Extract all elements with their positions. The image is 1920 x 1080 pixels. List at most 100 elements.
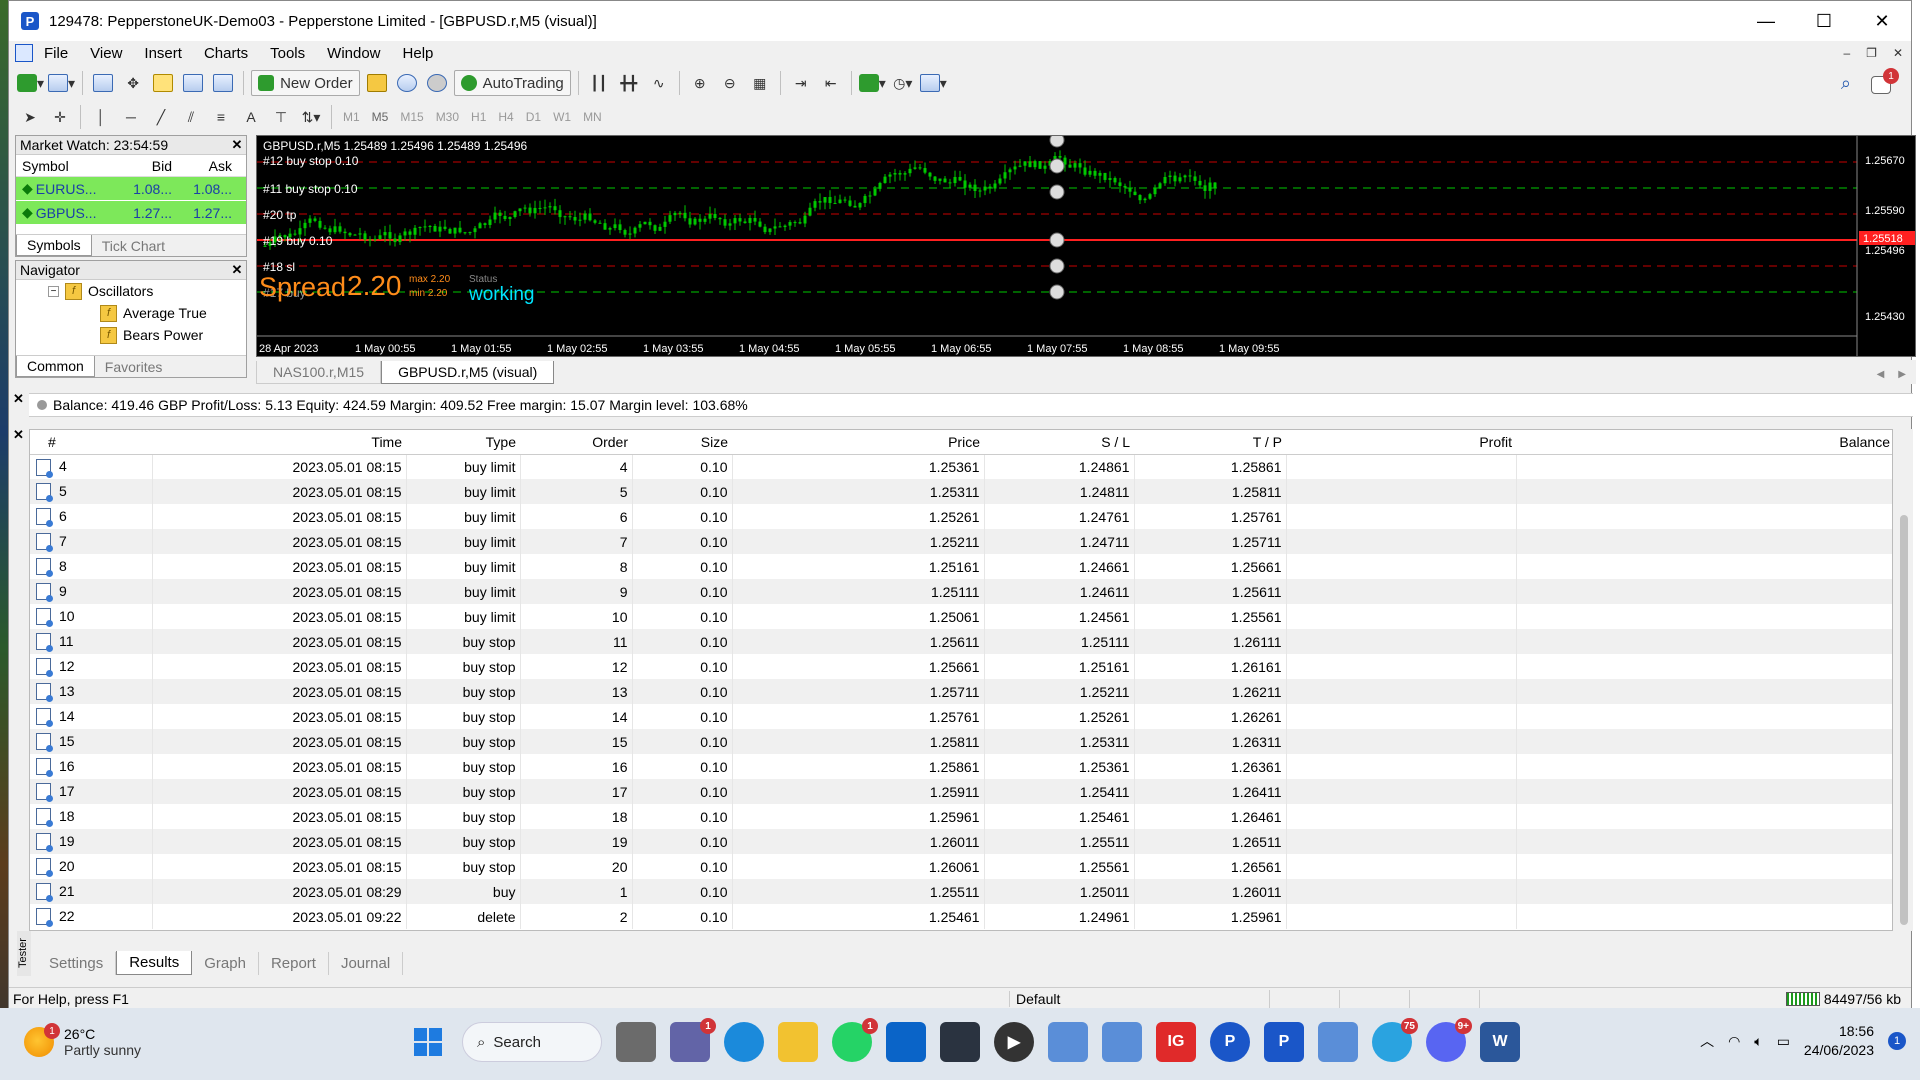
mw-row-eurusd[interactable]: ◆ EURUS... 1.08... 1.08... — [16, 177, 246, 201]
close-button[interactable]: ✕ — [1853, 1, 1911, 41]
app-window-icon[interactable] — [1048, 1022, 1088, 1062]
tab-chart-gbpusd[interactable]: GBPUSD.r,M5 (visual) — [381, 361, 555, 384]
tab-scroll-right-icon[interactable]: ▶ — [1898, 369, 1906, 380]
nav-average-true[interactable]: f Average True — [16, 302, 246, 324]
bar-chart-icon[interactable]: ┃┃ — [586, 70, 612, 96]
mdi-close-button[interactable]: ✕ — [1893, 46, 1903, 60]
vps-icon[interactable] — [424, 70, 450, 96]
col-header[interactable]: Type — [406, 430, 520, 455]
col-header[interactable]: # — [30, 430, 152, 455]
navigator-close-icon[interactable]: ✕ — [228, 262, 246, 278]
table-row[interactable]: 14 2023.05.01 08:15 buy stop 14 0.10 1.25761 1… — [30, 704, 1892, 729]
indicators-icon[interactable]: ▾ — [858, 70, 886, 96]
results-scrollbar[interactable] — [1896, 429, 1913, 931]
ig-icon[interactable]: IG — [1156, 1022, 1196, 1062]
notifications-icon[interactable]: 1 — [1871, 68, 1899, 96]
mdi-restore-button[interactable]: ❐ — [1866, 46, 1877, 60]
edge-browser-icon[interactable] — [724, 1022, 764, 1062]
navigator-icon[interactable] — [150, 70, 176, 96]
col-header[interactable]: Size — [632, 430, 732, 455]
search-icon[interactable]: ⌕ — [1841, 73, 1851, 94]
minimize-button[interactable]: — — [1737, 1, 1795, 41]
mw-row-gbpusd[interactable]: ◆ GBPUS... 1.27... 1.27... — [16, 201, 246, 225]
crosshair-icon[interactable]: ✛ — [47, 104, 73, 130]
terminal-close-icon[interactable]: ✕ — [13, 391, 24, 407]
table-row[interactable]: 20 2023.05.01 08:15 buy stop 20 0.10 1.26061 1… — [30, 854, 1892, 879]
text-label-icon[interactable]: ⊤ — [268, 104, 294, 130]
table-row[interactable]: 8 2023.05.01 08:15 buy limit 8 0.10 1.25161 1.… — [30, 554, 1892, 579]
menu-file[interactable]: File — [33, 45, 79, 62]
text-tool-icon[interactable]: A — [238, 104, 264, 130]
table-row[interactable]: 4 2023.05.01 08:15 buy limit 4 0.10 1.25361 1.… — [30, 454, 1892, 479]
battery-icon[interactable]: ▭ — [1777, 1033, 1790, 1050]
table-row[interactable]: 17 2023.05.01 08:15 buy stop 17 0.10 1.25911 1… — [30, 779, 1892, 804]
file-explorer-icon[interactable] — [778, 1022, 818, 1062]
media-player-icon[interactable]: ▶ — [994, 1022, 1034, 1062]
tab-results[interactable]: Results — [116, 951, 193, 975]
tab-scroll-left-icon[interactable]: ◀ — [1877, 369, 1885, 380]
tab-report[interactable]: Report — [259, 952, 329, 975]
table-row[interactable]: 21 2023.05.01 08:29 buy 1 0.10 1.25511 1.25011… — [30, 879, 1892, 904]
menu-insert[interactable]: Insert — [133, 45, 193, 62]
table-row[interactable]: 5 2023.05.01 08:15 buy limit 5 0.10 1.25311 1.… — [30, 479, 1892, 504]
timeframe-d1[interactable]: D1 — [520, 110, 547, 124]
mw-col-bid[interactable]: Bid — [112, 158, 172, 174]
clock[interactable]: 18:56 24/06/2023 — [1804, 1022, 1874, 1060]
equidistant-channel-icon[interactable]: ⫽ — [178, 104, 204, 130]
table-row[interactable]: 10 2023.05.01 08:15 buy limit 10 0.10 1.25061… — [30, 604, 1892, 629]
menu-charts[interactable]: Charts — [193, 45, 259, 62]
profiles-icon[interactable]: ▾ — [48, 70, 75, 96]
teams-icon[interactable]: 1 — [670, 1018, 716, 1062]
tab-favorites[interactable]: Favorites — [95, 357, 173, 377]
whatsapp-icon[interactable]: 1 — [832, 1018, 878, 1062]
col-header[interactable]: Price — [732, 430, 984, 455]
terminal-icon[interactable] — [180, 70, 206, 96]
weather-widget[interactable]: 1 26°C Partly sunny — [24, 1023, 141, 1058]
col-header[interactable]: Profit — [1286, 430, 1516, 455]
table-row[interactable]: 11 2023.05.01 08:15 buy stop 11 0.10 1.25611 1… — [30, 629, 1892, 654]
nav-bears-power[interactable]: f Bears Power — [16, 324, 246, 346]
table-row[interactable]: 13 2023.05.01 08:15 buy stop 13 0.10 1.25711 1… — [30, 679, 1892, 704]
table-row[interactable]: 22 2023.05.01 09:22 delete 2 0.10 1.25461 1.24… — [30, 904, 1892, 929]
col-header[interactable]: Time — [152, 430, 406, 455]
app-window-icon-2[interactable] — [1102, 1022, 1142, 1062]
vertical-line-icon[interactable]: │ — [88, 104, 114, 130]
app-window-icon-3[interactable] — [1318, 1022, 1358, 1062]
chart-shift-icon[interactable]: ⇤ — [818, 70, 844, 96]
timeframe-h1[interactable]: H1 — [465, 110, 492, 124]
timeframe-m5[interactable]: M5 — [366, 110, 395, 124]
periods-icon[interactable]: ◷▾ — [890, 70, 916, 96]
new-chart-icon[interactable]: ▾ — [17, 70, 44, 96]
horizontal-line-icon[interactable]: ─ — [118, 104, 144, 130]
tile-windows-icon[interactable]: ▦ — [747, 70, 773, 96]
table-row[interactable]: 6 2023.05.01 08:15 buy limit 6 0.10 1.25261 1.… — [30, 504, 1892, 529]
notification-center-icon[interactable]: 1 — [1888, 1032, 1906, 1050]
col-header[interactable]: Order — [520, 430, 632, 455]
maximize-button[interactable]: ☐ — [1795, 1, 1853, 41]
table-row[interactable]: 9 2023.05.01 08:15 buy limit 9 0.10 1.25111 1.… — [30, 579, 1892, 604]
taskbar-search[interactable]: ⌕ Search — [462, 1022, 602, 1062]
tab-symbols[interactable]: Symbols — [16, 235, 92, 256]
menu-view[interactable]: View — [79, 45, 133, 62]
table-row[interactable]: 15 2023.05.01 08:15 buy stop 15 0.10 1.25811 1… — [30, 729, 1892, 754]
signals-icon[interactable] — [394, 70, 420, 96]
outlook-icon[interactable] — [886, 1022, 926, 1062]
menu-help[interactable]: Help — [392, 45, 445, 62]
chevron-up-icon[interactable]: ︿ — [1700, 1031, 1714, 1051]
market-watch-icon[interactable] — [90, 70, 116, 96]
table-row[interactable]: 7 2023.05.01 08:15 buy limit 7 0.10 1.25211 1.… — [30, 529, 1892, 554]
new-order-button[interactable]: New Order — [251, 70, 360, 96]
price-chart[interactable]: 1.25670 1.25590 1.25496 1.25430 1.25518 28 Ap… — [256, 135, 1916, 357]
tab-journal[interactable]: Journal — [329, 952, 404, 975]
volume-icon[interactable]: 🔈︎ — [1754, 1033, 1762, 1050]
table-row[interactable]: 16 2023.05.01 08:15 buy stop 16 0.10 1.25861 1… — [30, 754, 1892, 779]
trendline-icon[interactable]: ╱ — [148, 104, 174, 130]
candlestick-icon[interactable]: ╋╋ — [616, 70, 642, 96]
menu-tools[interactable]: Tools — [259, 45, 316, 62]
tab-tick-chart[interactable]: Tick Chart — [92, 236, 175, 256]
mw-col-ask[interactable]: Ask — [172, 158, 232, 174]
telegram-icon[interactable]: 75 — [1372, 1018, 1418, 1062]
tab-graph[interactable]: Graph — [192, 952, 259, 975]
mdi-minimize-button[interactable]: – — [1843, 46, 1850, 60]
timeframe-h4[interactable]: H4 — [492, 110, 519, 124]
